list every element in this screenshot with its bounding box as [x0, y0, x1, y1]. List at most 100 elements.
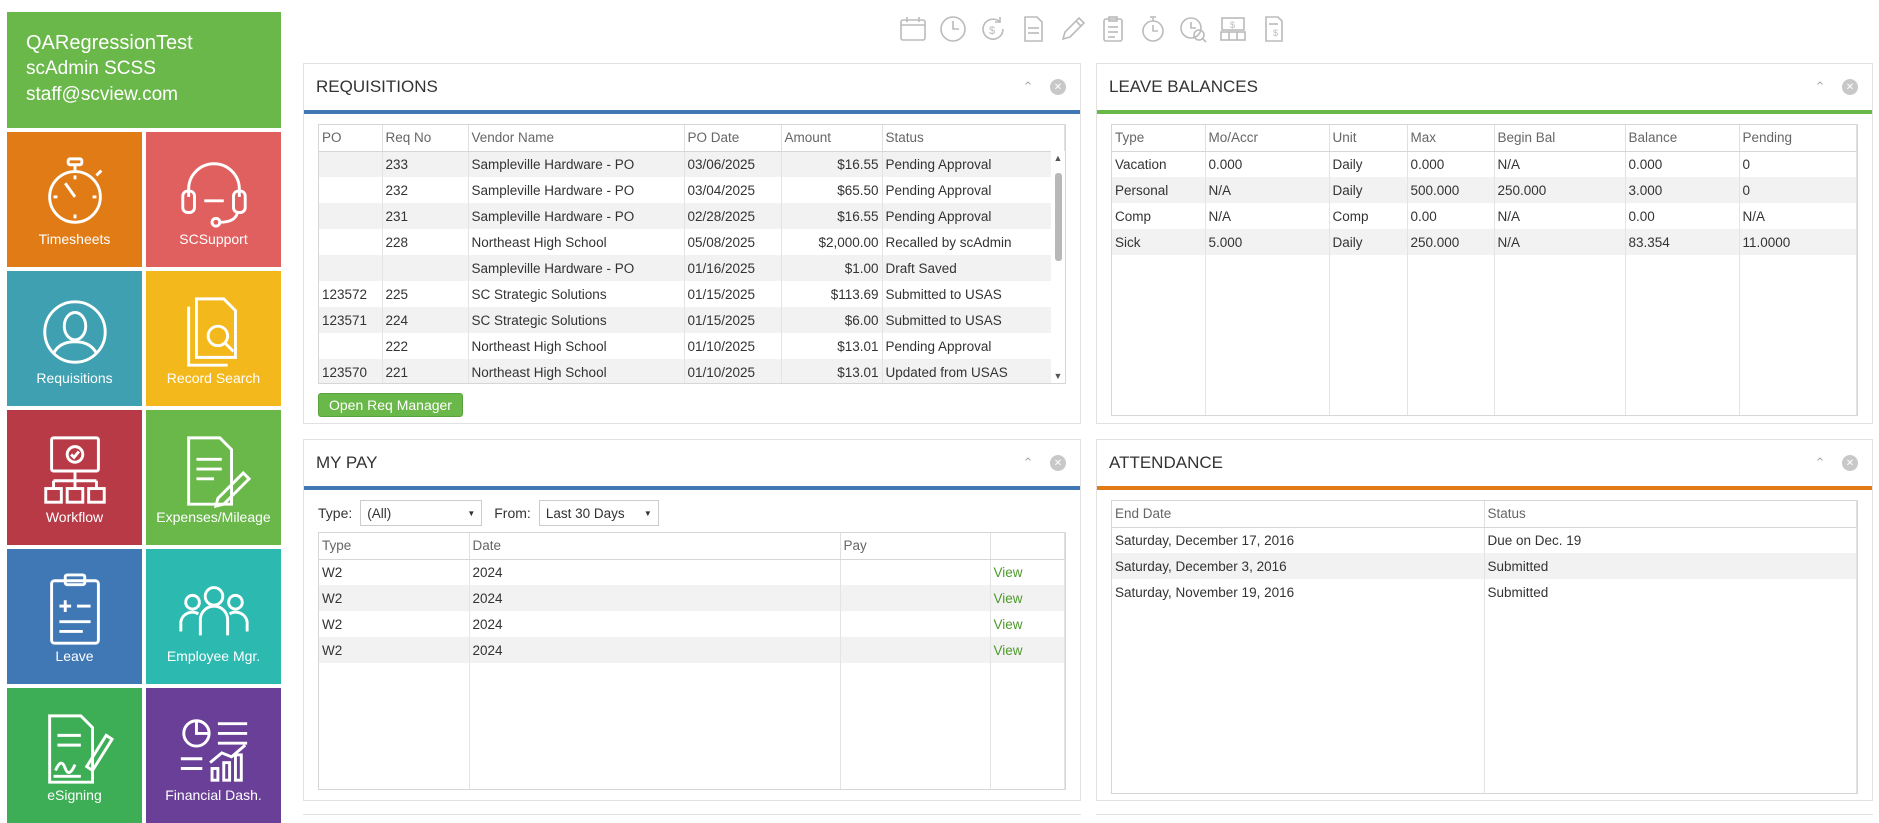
table-row[interactable]: Comp N/A Comp 0.00 N/A 0.00 N/A	[1112, 203, 1857, 229]
table-row[interactable]: 222 Northeast High School 01/10/2025 $13.01…	[319, 333, 1065, 359]
col-date[interactable]: Date	[469, 533, 841, 560]
tile-label: Requisitions	[36, 370, 113, 386]
clock-search-icon[interactable]	[1176, 12, 1210, 46]
table-row[interactable]: W2 2024 View	[319, 585, 1065, 611]
view-link[interactable]: View	[990, 585, 1065, 611]
table-row[interactable]: 123572 225 SC Strategic Solutions 01/15/202…	[319, 281, 1065, 307]
close-icon[interactable]: ✕	[1050, 79, 1066, 95]
scroll-up-icon[interactable]: ▲	[1051, 151, 1065, 165]
col-balance[interactable]: Balance	[1625, 125, 1740, 152]
cell-req: 231	[382, 203, 469, 229]
col-po[interactable]: PO	[319, 125, 383, 152]
from-dropdown[interactable]: Last 30 Days ▼	[538, 500, 659, 526]
scrollbar[interactable]: ▲ ▼	[1051, 151, 1065, 383]
col-vendor[interactable]: Vendor Name	[468, 125, 685, 152]
collapse-icon[interactable]: ⌃	[1020, 455, 1036, 471]
tile-scsupport[interactable]: SCSupport	[146, 132, 281, 267]
col-amount[interactable]: Amount	[781, 125, 883, 152]
view-link[interactable]: View	[990, 611, 1065, 637]
cell-date: 01/15/2025	[684, 281, 782, 307]
col-status[interactable]: Status	[1484, 501, 1857, 528]
tile-employee-mgr[interactable]: Employee Mgr.	[146, 549, 281, 684]
cell-req: 228	[382, 229, 469, 255]
refresh-dollar-icon[interactable]: $	[976, 12, 1010, 46]
cell-type: W2	[319, 585, 470, 611]
tile-expenses-mileage[interactable]: Expenses/Mileage	[146, 410, 281, 545]
calendar-icon[interactable]	[896, 12, 930, 46]
col-begin-bal[interactable]: Begin Bal	[1494, 125, 1626, 152]
tile-workflow[interactable]: Workflow	[7, 410, 142, 545]
collapse-icon[interactable]: ⌃	[1020, 79, 1036, 95]
tile-timesheets[interactable]: Timesheets	[7, 132, 142, 267]
empty-cell	[1112, 605, 1485, 793]
empty-cell	[1494, 255, 1626, 415]
table-row[interactable]: 231 Sampleville Hardware - PO 02/28/2025 $1…	[319, 203, 1065, 229]
table-row[interactable]: W2 2024 View	[319, 611, 1065, 637]
from-label: From:	[494, 505, 531, 521]
col-end-date[interactable]: End Date	[1112, 501, 1485, 528]
cell-amount: $13.01	[781, 333, 883, 359]
table-row[interactable]: 233 Sampleville Hardware - PO 03/06/2025 $1…	[319, 151, 1065, 177]
col-po-date[interactable]: PO Date	[684, 125, 782, 152]
tile-financial-dash[interactable]: Financial Dash.	[146, 688, 281, 823]
table-row[interactable]: W2 2024 View	[319, 559, 1065, 585]
collapse-icon[interactable]: ⌃	[1812, 455, 1828, 471]
tile-requisitions[interactable]: Requisitions	[7, 271, 142, 406]
cell-req: 224	[382, 307, 469, 333]
close-icon[interactable]: ✕	[1050, 455, 1066, 471]
document-icon[interactable]	[1016, 12, 1050, 46]
col-status[interactable]: Status	[882, 125, 1065, 152]
table-row[interactable]: Sick 5.000 Daily 250.000 N/A 83.354 11.0000	[1112, 229, 1857, 255]
cell-type: W2	[319, 611, 470, 637]
col-max[interactable]: Max	[1407, 125, 1495, 152]
scroll-thumb[interactable]	[1055, 173, 1062, 261]
pencil-icon[interactable]	[1056, 12, 1090, 46]
view-link[interactable]: View	[990, 559, 1065, 585]
pay-filters: Type: (All) ▼ From: Last 30 Days ▼	[318, 500, 1066, 526]
col-pending[interactable]: Pending	[1739, 125, 1857, 152]
table-row[interactable]: 123570 221 Northeast High School 01/10/2025…	[319, 359, 1065, 383]
table-cell: N/A	[1494, 151, 1626, 177]
stopwatch-icon[interactable]	[1136, 12, 1170, 46]
table-row[interactable]: Sampleville Hardware - PO 01/16/2025 $1.00…	[319, 255, 1065, 281]
table-row[interactable]: 228 Northeast High School 05/08/2025 $2,000…	[319, 229, 1065, 255]
col-mo-accr[interactable]: Mo/Accr	[1205, 125, 1330, 152]
col-req-no[interactable]: Req No	[382, 125, 469, 152]
table-row[interactable]: W2 2024 View	[319, 637, 1065, 663]
tile-leave[interactable]: Leave	[7, 549, 142, 684]
scroll-down-icon[interactable]: ▼	[1051, 369, 1065, 383]
clipboard-icon	[49, 573, 100, 645]
col-type[interactable]: Type	[1112, 125, 1206, 152]
close-icon[interactable]: ✕	[1842, 455, 1858, 471]
close-icon[interactable]: ✕	[1842, 79, 1858, 95]
clipboard-list-icon[interactable]	[1096, 12, 1130, 46]
type-dropdown[interactable]: (All) ▼	[360, 500, 483, 526]
empty-cell	[319, 663, 470, 789]
cell-po	[319, 255, 383, 281]
table-row[interactable]: Saturday, December 17, 2016 Due on Dec. 1…	[1112, 527, 1857, 553]
table-row[interactable]: Saturday, November 19, 2016 Submitted	[1112, 579, 1857, 605]
col-type[interactable]: Type	[319, 533, 470, 560]
tile-record-search[interactable]: Record Search	[146, 271, 281, 406]
cell-date: 2024	[469, 585, 841, 611]
cell-req: 233	[382, 151, 469, 177]
tile-esigning[interactable]: eSigning	[7, 688, 142, 823]
table-row[interactable]: Saturday, December 3, 2016 Submitted	[1112, 553, 1857, 579]
cell-vendor: SC Strategic Solutions	[468, 307, 685, 333]
open-req-manager-button[interactable]: Open Req Manager	[318, 393, 463, 417]
table-row[interactable]: Vacation 0.000 Daily 0.000 N/A 0.000 0	[1112, 151, 1857, 177]
table-cell: 3.000	[1625, 177, 1740, 203]
col-unit[interactable]: Unit	[1329, 125, 1408, 152]
col-pay[interactable]: Pay	[840, 533, 991, 560]
table-row[interactable]: 123571 224 SC Strategic Solutions 01/15/202…	[319, 307, 1065, 333]
table-row[interactable]: 232 Sampleville Hardware - PO 03/04/2025 $6…	[319, 177, 1065, 203]
cell-req	[382, 255, 469, 281]
collapse-icon[interactable]: ⌃	[1812, 79, 1828, 95]
user-email: staff@scview.com	[26, 84, 178, 105]
receipt-icon[interactable]: $	[1256, 12, 1290, 46]
view-link[interactable]: View	[990, 637, 1065, 663]
clock-icon[interactable]	[936, 12, 970, 46]
tile-label: Expenses/Mileage	[156, 509, 271, 525]
table-row[interactable]: Personal N/A Daily 500.000 250.000 3.000 0	[1112, 177, 1857, 203]
cash-register-icon[interactable]: $	[1216, 12, 1250, 46]
